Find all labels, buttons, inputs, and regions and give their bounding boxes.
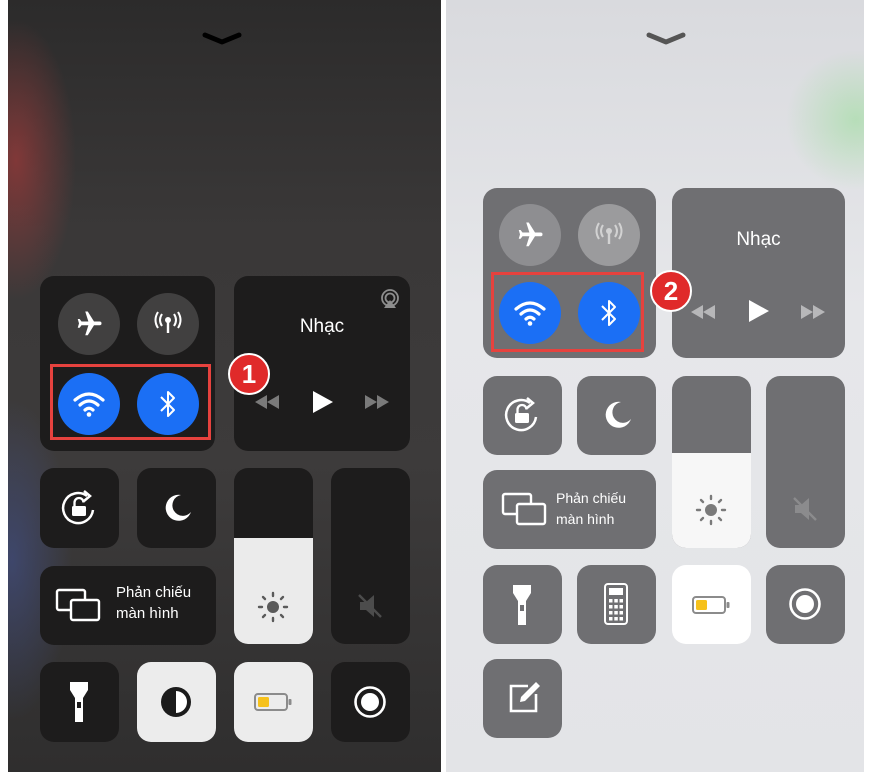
notes-icon [509, 682, 540, 713]
mute-icon [793, 497, 817, 521]
screen-mirroring-label: Phản chiếu màn hình [116, 582, 191, 624]
rewind-icon[interactable] [254, 394, 280, 410]
low-power-mode-button[interactable] [672, 565, 751, 644]
moon-icon [165, 494, 191, 521]
rotation-lock-icon [504, 397, 538, 432]
rotation-lock-icon [61, 490, 95, 525]
mute-icon [358, 594, 382, 618]
screen-mirroring-icon [501, 492, 547, 526]
invert-colors-button[interactable] [137, 662, 216, 742]
fast-forward-icon[interactable] [364, 394, 390, 410]
airplane-mode-toggle[interactable] [58, 293, 120, 355]
volume-slider[interactable] [331, 468, 410, 644]
low-power-battery-icon [692, 596, 730, 614]
play-icon[interactable] [312, 390, 334, 414]
screen-record-button[interactable] [766, 565, 845, 644]
screen-mirroring-label-line2: màn hình [116, 605, 179, 622]
do-not-disturb-button[interactable] [577, 376, 656, 455]
invert-colors-icon [161, 687, 191, 717]
play-icon[interactable] [748, 299, 770, 323]
screen-mirroring-label-line1: Phản chiếu [116, 584, 192, 601]
brightness-icon [257, 591, 289, 623]
brightness-slider[interactable] [672, 376, 751, 548]
cellular-icon [595, 222, 623, 244]
music-title: Nhạc [736, 229, 781, 250]
brightness-slider[interactable] [234, 468, 313, 644]
flashlight-button[interactable] [483, 565, 562, 644]
airplane-icon [518, 222, 543, 247]
airplane-mode-toggle[interactable] [499, 204, 561, 266]
control-center-dark: Nhạc 1 Phản chiếu màn hình [8, 0, 441, 772]
callout-badge: 1 [228, 353, 270, 395]
brightness-icon [695, 494, 727, 526]
cellular-icon [154, 311, 182, 333]
music-title: Nhạc [299, 316, 345, 337]
calculator-icon [604, 583, 628, 625]
screen-record-icon [354, 686, 386, 718]
flashlight-icon [513, 585, 531, 625]
screen-mirroring-label-line2: màn hình [556, 511, 615, 527]
wifi-bluetooth-highlight [491, 272, 644, 352]
fast-forward-icon[interactable] [800, 304, 826, 320]
screen-mirroring-button[interactable]: Phản chiếu màn hình [483, 470, 656, 549]
cellular-data-toggle[interactable] [578, 204, 640, 266]
flashlight-button[interactable] [40, 662, 119, 742]
cellular-data-toggle[interactable] [137, 293, 199, 355]
volume-slider[interactable] [766, 376, 845, 548]
low-power-mode-button[interactable] [234, 662, 313, 742]
music-tile[interactable]: Nhạc [672, 188, 845, 358]
chevron-down-icon[interactable] [643, 30, 689, 48]
rotation-lock-button[interactable] [483, 376, 562, 455]
do-not-disturb-button[interactable] [137, 468, 216, 548]
moon-icon [605, 401, 631, 428]
callout-badge: 2 [650, 270, 692, 312]
screen-mirroring-label-line1: Phản chiếu [556, 490, 627, 506]
rewind-icon[interactable] [690, 304, 716, 320]
screen-record-icon [789, 588, 821, 620]
screen-mirroring-icon [55, 588, 101, 622]
rotation-lock-button[interactable] [40, 468, 119, 548]
airplay-icon[interactable] [380, 289, 400, 309]
airplane-icon [77, 311, 102, 336]
calculator-button[interactable] [577, 565, 656, 644]
wifi-bluetooth-highlight [50, 364, 211, 440]
chevron-down-icon[interactable] [199, 30, 245, 48]
screen-record-button[interactable] [331, 662, 410, 742]
screen-mirroring-label: Phản chiếu màn hình [556, 488, 626, 530]
screen-mirroring-button[interactable]: Phản chiếu màn hình [40, 566, 216, 645]
low-power-battery-icon [254, 693, 292, 711]
notes-button[interactable] [483, 659, 562, 738]
flashlight-icon [70, 682, 88, 722]
control-center-light: Nhạc 2 Phản chiếu màn hình [446, 0, 864, 772]
